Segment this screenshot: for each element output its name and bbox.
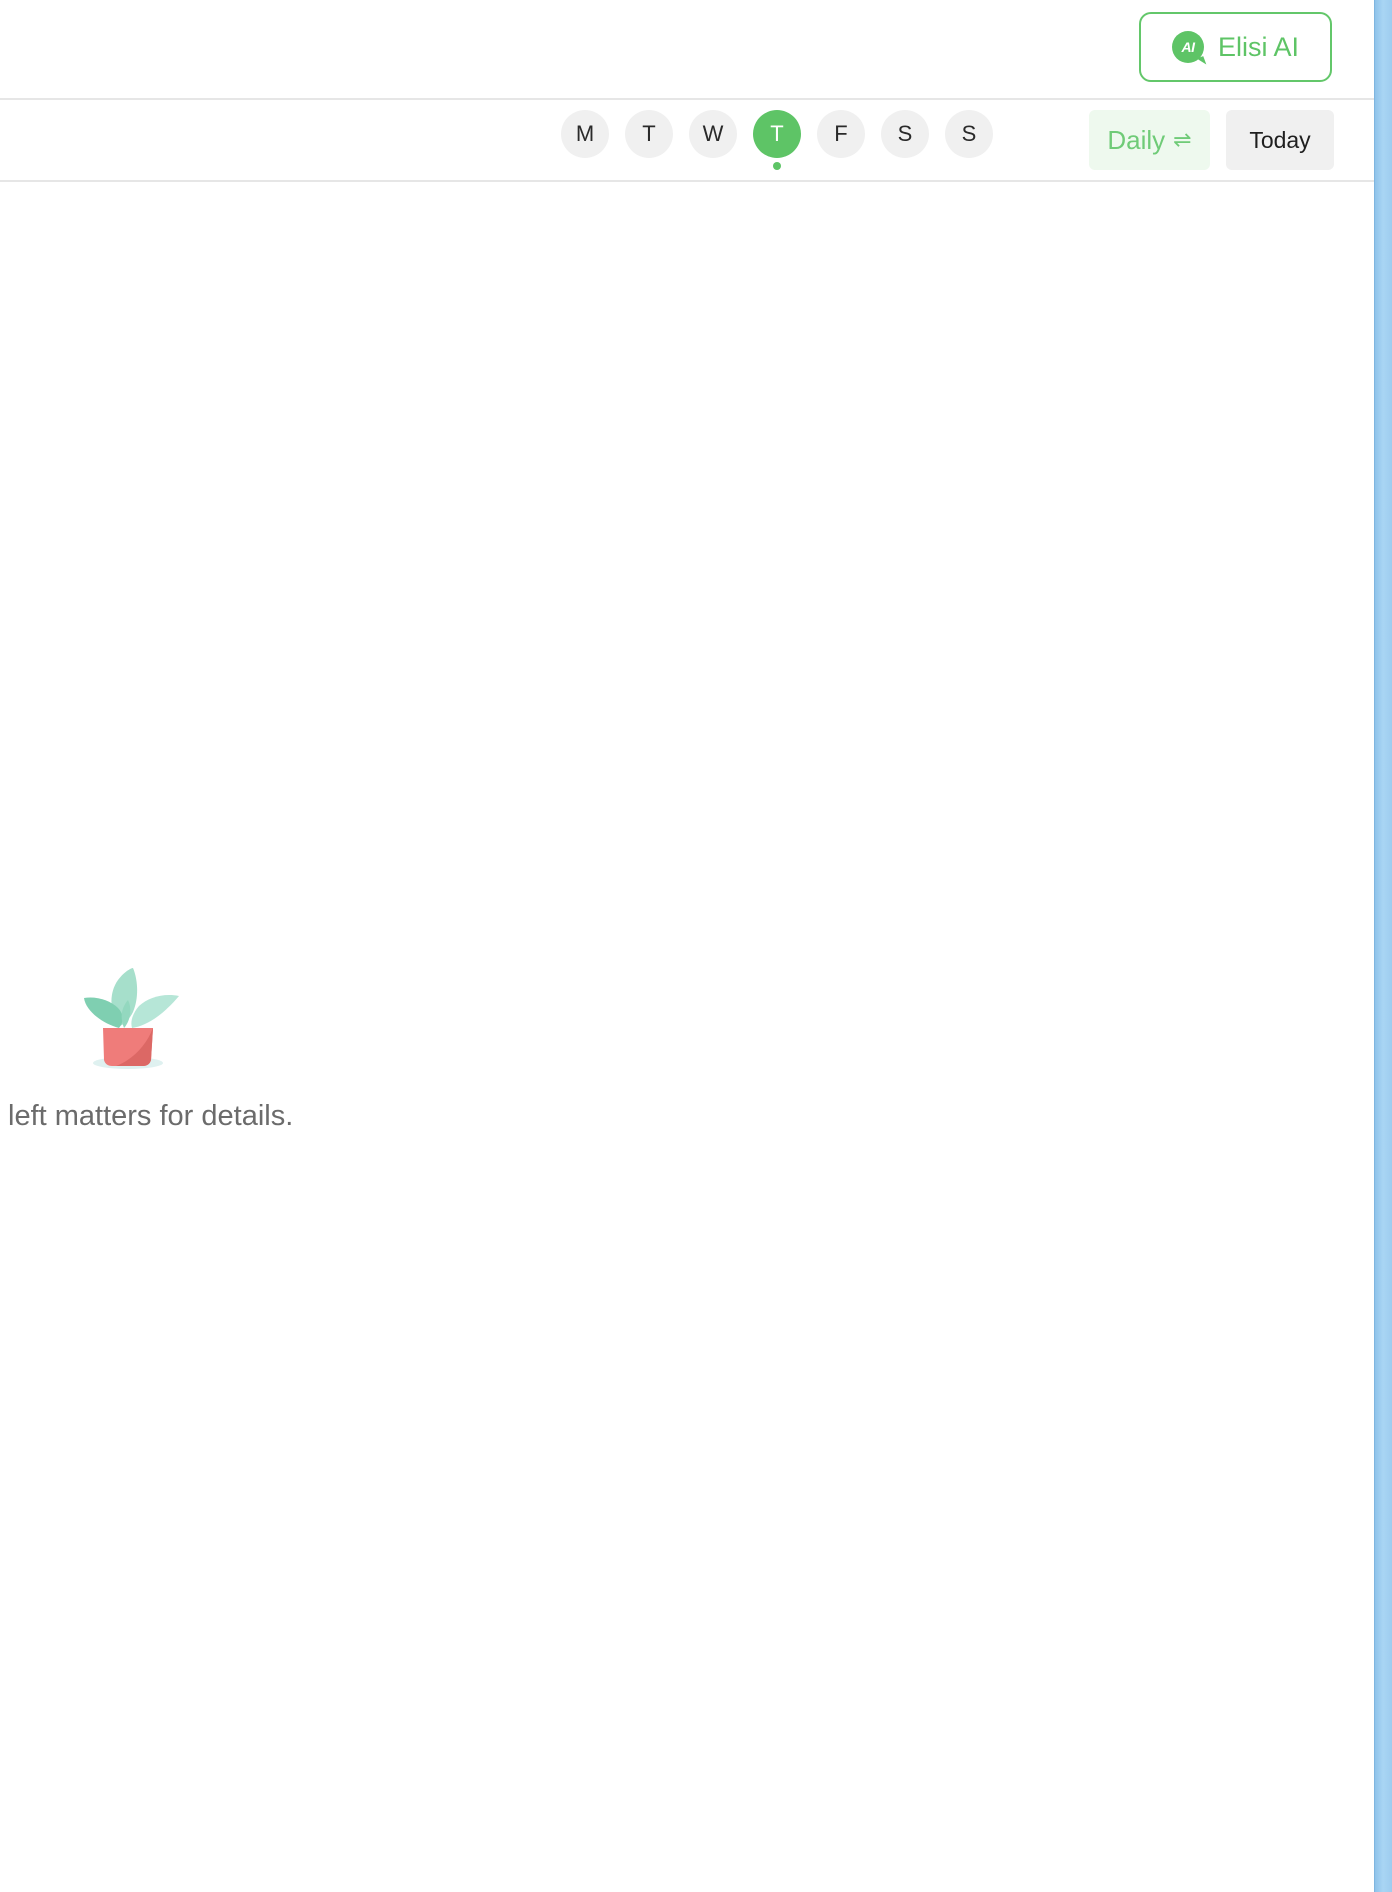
today-button[interactable]: Today xyxy=(1226,110,1334,170)
day-label: T xyxy=(642,121,656,146)
day-label: S xyxy=(961,121,977,146)
day-thursday-selected[interactable]: T xyxy=(753,110,801,170)
background-window-edge xyxy=(1374,0,1392,1892)
ai-badge-text: AI xyxy=(1181,39,1195,55)
day-label: M xyxy=(575,121,595,146)
day-label: S xyxy=(897,121,913,146)
view-mode-toggle[interactable]: Daily ⇌ xyxy=(1089,110,1210,170)
day-sunday[interactable]: S xyxy=(945,110,993,158)
potted-plant-icon xyxy=(76,950,186,1076)
empty-state-message: left matters for details. xyxy=(8,1100,294,1132)
view-mode-label: Daily xyxy=(1107,124,1166,155)
today-button-label: Today xyxy=(1249,126,1311,153)
day-label: F xyxy=(834,121,848,146)
day-wednesday[interactable]: W xyxy=(689,110,737,158)
day-monday[interactable]: M xyxy=(561,110,609,158)
calendar-toolbar: M T W T F S S Daily ⇌ Today xyxy=(0,100,1374,182)
ai-chat-icon: AI xyxy=(1171,31,1204,63)
elisi-ai-button[interactable]: AI Elisi AI xyxy=(1139,12,1332,82)
day-tuesday[interactable]: T xyxy=(625,110,673,158)
day-saturday[interactable]: S xyxy=(881,110,929,158)
day-friday[interactable]: F xyxy=(817,110,865,158)
week-day-strip: M T W T F S S xyxy=(561,110,993,170)
ai-button-label: Elisi AI xyxy=(1217,31,1300,62)
day-label: T xyxy=(770,121,784,146)
app-window: AI Elisi AI M T W T F S S Daily ⇌ Today … xyxy=(0,0,1374,1892)
top-bar: AI Elisi AI xyxy=(0,0,1374,100)
day-label: W xyxy=(702,121,724,146)
today-indicator-dot xyxy=(773,162,781,170)
swap-arrows-icon: ⇌ xyxy=(1173,127,1192,152)
